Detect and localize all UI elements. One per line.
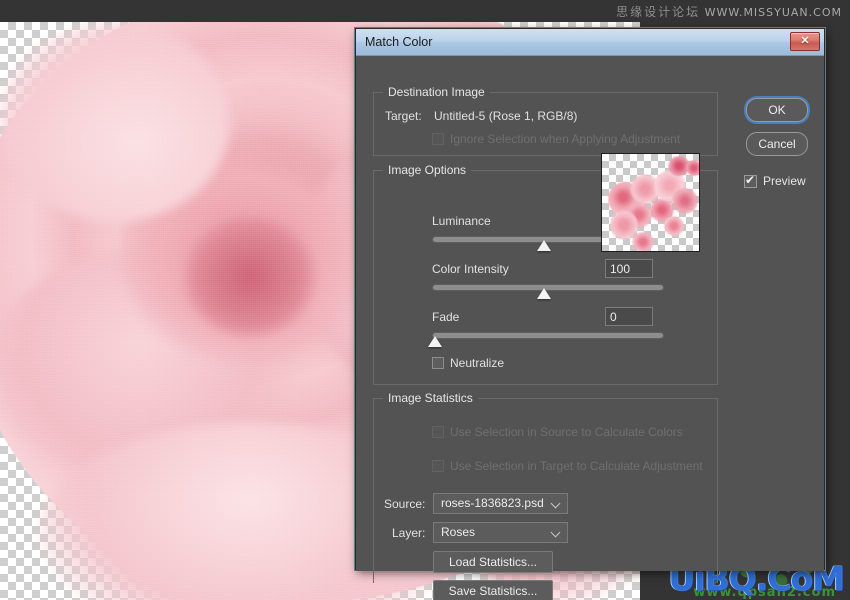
layer-dropdown[interactable]: Roses <box>433 522 568 543</box>
close-icon[interactable]: ✕ <box>790 32 820 51</box>
rose-petal <box>185 217 315 337</box>
luminance-slider-thumb[interactable] <box>537 240 551 251</box>
dialog-titlebar[interactable]: Match Color ✕ <box>356 29 824 56</box>
save-statistics-button[interactable]: Save Statistics... <box>433 580 553 600</box>
dialog-title: Match Color <box>365 35 433 49</box>
fade-label: Fade <box>432 310 460 324</box>
dialog-body: Destination Image Target: Untitled-5 (Ro… <box>356 56 824 600</box>
thumb-flower <box>672 188 698 214</box>
source-dropdown-value: roses-1836823.psd <box>441 496 544 510</box>
layer-dropdown-value: Roses <box>441 525 476 539</box>
neutralize-label: Neutralize <box>450 356 505 370</box>
fade-input[interactable]: 0 <box>605 307 653 326</box>
ignore-selection-label: Ignore Selection when Applying Adjustmen… <box>450 132 681 146</box>
color-intensity-label: Color Intensity <box>432 262 509 276</box>
luminance-label: Luminance <box>432 214 491 228</box>
use-selection-target-checkbox[interactable] <box>432 460 444 472</box>
use-selection-target-label: Use Selection in Target to Calculate Adj… <box>450 459 703 473</box>
rose-petal <box>0 22 230 222</box>
group-destination-legend: Destination Image <box>383 85 490 99</box>
thumb-flower <box>664 216 684 236</box>
color-intensity-input[interactable]: 100 <box>605 259 653 278</box>
preview-label: Preview <box>763 174 806 188</box>
fade-slider-track[interactable] <box>432 332 664 339</box>
layer-label: Layer: <box>392 526 426 540</box>
neutralize-checkbox[interactable] <box>432 357 444 369</box>
use-selection-source-label: Use Selection in Source to Calculate Col… <box>450 425 683 439</box>
watermark-top-url: WWW.MISSYUAN.COM <box>704 6 842 19</box>
group-image-statistics-legend: Image Statistics <box>383 391 478 405</box>
target-value: Untitled-5 (Rose 1, RGB/8) <box>434 109 578 123</box>
chevron-down-icon <box>552 529 560 537</box>
chevron-down-icon <box>552 500 560 508</box>
group-destination-image: Destination Image <box>373 85 718 156</box>
ignore-selection-checkbox[interactable] <box>432 133 444 145</box>
screenshot-root: 思缘设计论坛 WWW.MISSYUAN.COM www.qpsan2.com U… <box>0 0 850 600</box>
source-label: Source: <box>384 497 426 511</box>
cancel-button[interactable]: Cancel <box>746 132 808 156</box>
ok-button[interactable]: OK <box>746 98 808 122</box>
use-selection-source-checkbox[interactable] <box>432 426 444 438</box>
load-statistics-button[interactable]: Load Statistics... <box>433 551 553 573</box>
thumb-flower <box>686 160 699 176</box>
preview-checkbox[interactable] <box>744 173 757 188</box>
group-image-options-legend: Image Options <box>383 163 472 177</box>
close-glyph: ✕ <box>800 35 810 47</box>
watermark-top: 思缘设计论坛 WWW.MISSYUAN.COM <box>616 3 842 20</box>
target-label: Target: <box>385 109 422 123</box>
source-thumbnail <box>601 153 700 252</box>
color-intensity-slider-thumb[interactable] <box>537 288 551 299</box>
fade-slider-thumb[interactable] <box>428 336 442 347</box>
watermark-top-cn: 思缘设计论坛 <box>616 5 701 19</box>
match-color-dialog: Match Color ✕ Destination Image Target: … <box>355 28 825 600</box>
thumb-flower <box>632 232 654 251</box>
preview-toggle[interactable]: Preview <box>744 173 806 188</box>
source-dropdown[interactable]: roses-1836823.psd <box>433 493 568 514</box>
